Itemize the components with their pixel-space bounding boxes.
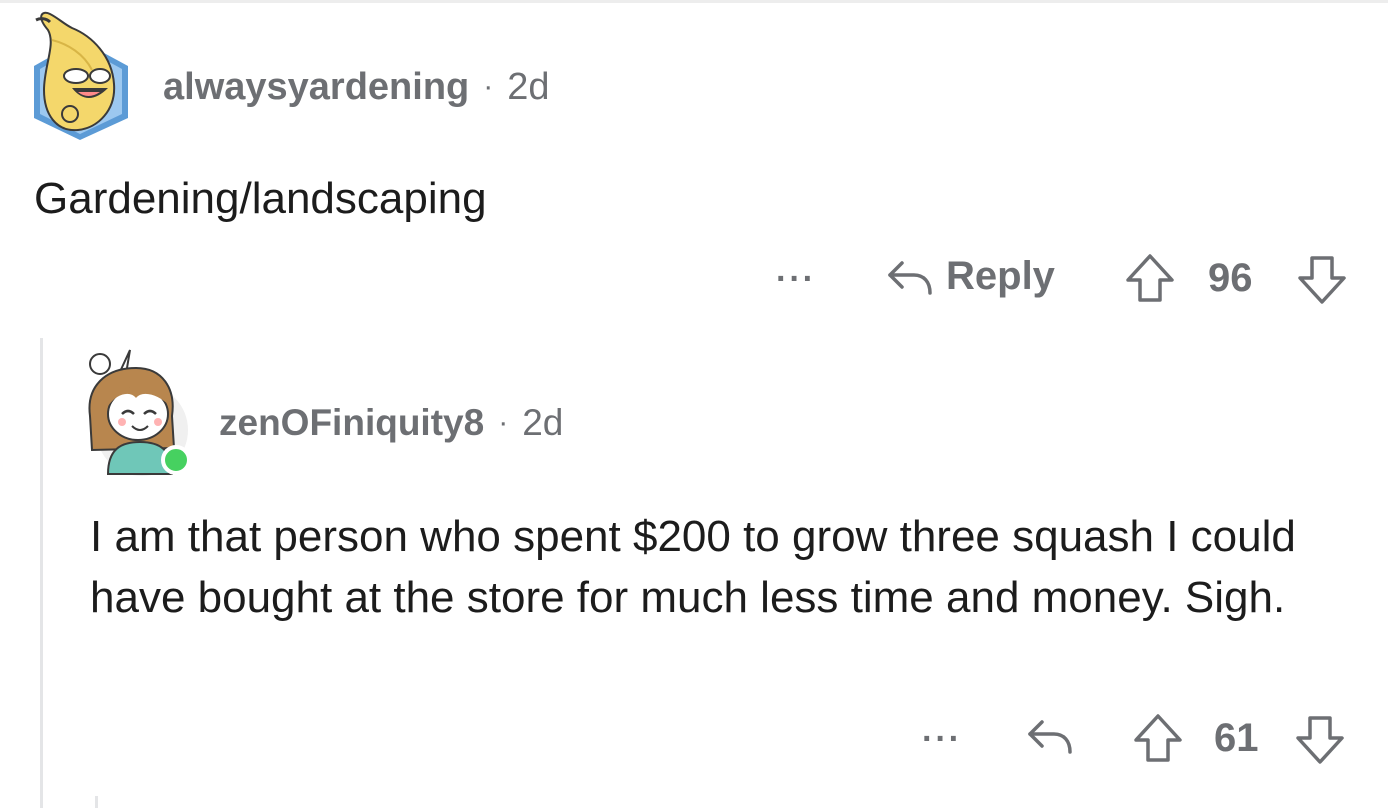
- more-options-label: ···: [776, 260, 816, 298]
- more-options-button[interactable]: ···: [922, 722, 962, 756]
- downvote-button[interactable]: [1296, 254, 1348, 306]
- banana-avatar-icon: [34, 11, 128, 140]
- comment-actions: ··· 61: [916, 706, 1356, 770]
- upvote-button[interactable]: [1132, 712, 1184, 764]
- upvote-button[interactable]: [1124, 252, 1176, 304]
- reply-icon: [888, 260, 932, 295]
- online-status-icon: [161, 445, 191, 475]
- comment-age: 2d: [507, 65, 550, 108]
- more-options-button[interactable]: ···: [776, 262, 816, 296]
- upvote-arrow-icon: [1126, 254, 1174, 302]
- meta-separator: ·: [483, 70, 494, 103]
- username-link[interactable]: alwaysyardening: [163, 66, 469, 109]
- nested-thread-line[interactable]: [95, 796, 98, 808]
- downvote-button[interactable]: [1294, 714, 1346, 766]
- score-value: 96: [1208, 256, 1253, 300]
- vote-score: 96: [1208, 256, 1253, 301]
- reply-icon: [1028, 720, 1072, 754]
- top-divider: [0, 0, 1388, 3]
- reply-label: Reply: [946, 254, 1055, 298]
- meta-separator: ·: [498, 406, 509, 439]
- comment-body: I am that person who spent $200 to grow …: [90, 512, 1296, 622]
- username-link[interactable]: zenOFiniquity8: [219, 402, 484, 444]
- vote-score: 61: [1214, 716, 1259, 761]
- avatar[interactable]: [28, 10, 132, 142]
- reply-button[interactable]: [1024, 714, 1074, 758]
- reply-button[interactable]: Reply: [884, 254, 1055, 299]
- comment-meta: zenOFiniquity8 · 2d: [219, 398, 563, 448]
- downvote-arrow-icon: [1296, 716, 1344, 764]
- comment-body: Gardening/landscaping: [34, 174, 487, 223]
- avatar[interactable]: [78, 346, 194, 478]
- comment-actions: ··· Reply 96: [776, 246, 1356, 310]
- girl-avatar-icon: [88, 349, 191, 476]
- comment-age: 2d: [522, 402, 564, 443]
- more-options-label: ···: [922, 720, 962, 758]
- downvote-arrow-icon: [1298, 256, 1346, 304]
- score-value: 61: [1214, 716, 1259, 760]
- comment-meta: alwaysyardening · 2d: [163, 62, 550, 112]
- upvote-arrow-icon: [1134, 714, 1182, 762]
- thread-line[interactable]: [40, 338, 43, 808]
